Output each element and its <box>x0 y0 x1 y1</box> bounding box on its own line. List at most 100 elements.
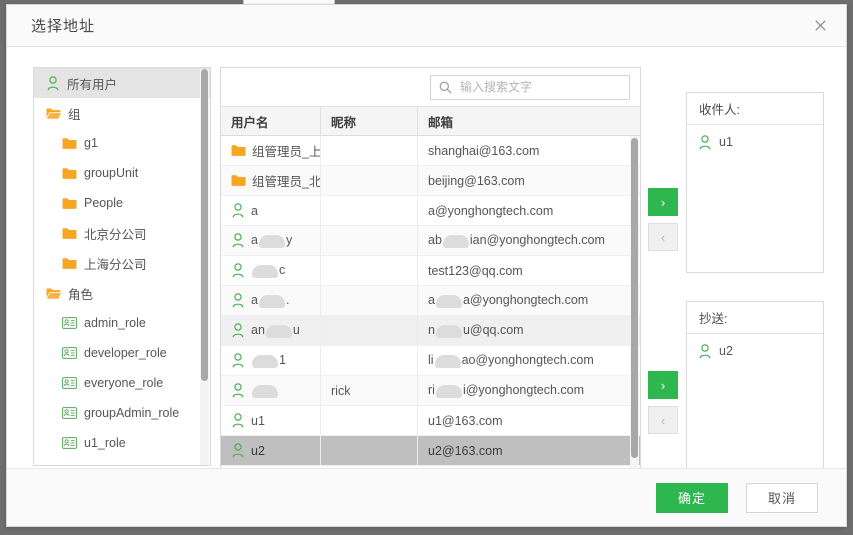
close-icon[interactable] <box>808 14 832 38</box>
table-row[interactable]: a a@yonghongtech.com <box>221 196 640 226</box>
role-card-icon <box>62 437 77 449</box>
tree-item-u1_role[interactable]: u1_role <box>34 428 210 458</box>
tree-item-groupAdmin_role[interactable]: groupAdmin_role <box>34 398 210 428</box>
redaction-blob <box>435 384 462 398</box>
tree-item-g1[interactable]: g1 <box>34 128 210 158</box>
cc-title: 抄送: <box>687 302 823 334</box>
redaction-blob <box>258 234 285 248</box>
table-row[interactable]: an u n u@qq.com <box>221 316 640 346</box>
tree-scrollbar-thumb[interactable] <box>201 69 208 381</box>
cell-email: u1@163.com <box>418 406 640 435</box>
transfer-buttons-cc: › ‹ <box>648 371 678 434</box>
cell-username: 1 <box>221 346 321 375</box>
cell-email: ri i@yonghongtech.com <box>418 376 640 405</box>
list-item-label: u2 <box>719 344 733 358</box>
list-item[interactable]: u2 <box>687 339 823 363</box>
cell-nickname <box>321 166 418 195</box>
table-row[interactable]: 组管理员_北京 beijing@163.com <box>221 166 640 196</box>
tree-scrollbar[interactable] <box>200 69 209 465</box>
redaction-blob <box>442 234 469 248</box>
email-text: n u@qq.com <box>428 323 524 338</box>
tree-item-角色[interactable]: 角色 <box>34 278 210 308</box>
recipients-title: 收件人: <box>687 93 823 125</box>
tree-item-所有用户[interactable]: 所有用户 <box>34 68 210 98</box>
screen: 选择地址 所有用户组 g1 groupUnit People 北京分公司 上海分公司 角色 a… <box>0 0 853 535</box>
folder-icon <box>62 257 77 270</box>
tree-item-everyone_role[interactable]: everyone_role <box>34 368 210 398</box>
column-header-email: 邮箱 <box>428 115 454 130</box>
username-text: 1 <box>251 353 286 368</box>
cell-email: a a@yonghongtech.com <box>418 286 640 315</box>
redaction-blob <box>265 324 292 338</box>
column-header-nickname: 昵称 <box>321 107 418 135</box>
user-table-panel: 用户名 昵称 邮箱 组管理员_上海 shanghai@163.com 组管理员_北京… <box>220 67 641 468</box>
recipients-list[interactable]: u1 <box>687 125 823 272</box>
tree-item-admin_role[interactable]: admin_role <box>34 308 210 338</box>
tree-item-developer_role[interactable]: developer_role <box>34 338 210 368</box>
add-to-cc-button[interactable]: › <box>648 371 678 399</box>
cell-email: li ao@yonghongtech.com <box>418 346 640 375</box>
table-row[interactable]: u1 u1@163.com <box>221 406 640 436</box>
username-text: ay <box>251 233 293 248</box>
transfer-buttons-recipients: › ‹ <box>648 188 678 251</box>
cell-nickname <box>321 346 418 375</box>
user-tree-list[interactable]: 所有用户组 g1 groupUnit People 北京分公司上海分公司角色 admin_… <box>34 68 210 465</box>
redaction-blob <box>252 264 278 278</box>
email-text: shanghai@163.com <box>428 143 540 158</box>
cell-nickname <box>321 436 418 465</box>
person-icon <box>231 293 245 308</box>
table-row[interactable]: a y ab ian@yonghongtech.com <box>221 226 640 256</box>
table-row[interactable]: u2 u2@163.com <box>221 436 640 466</box>
tree-item-label: u1_role <box>84 436 126 450</box>
cell-nickname <box>321 226 418 255</box>
cell-nickname <box>321 256 418 285</box>
remove-from-recipients-button[interactable]: ‹ <box>648 223 678 251</box>
folder-open-icon <box>46 287 61 300</box>
table-row[interactable]: a. a a@yonghongtech.com <box>221 286 640 316</box>
tree-item-上海分公司[interactable]: 上海分公司 <box>34 248 210 278</box>
table-scrollbar-thumb[interactable] <box>631 138 638 458</box>
dialog-body: 所有用户组 g1 groupUnit People 北京分公司上海分公司角色 admin_… <box>7 47 846 468</box>
tree-item-label: 所有用户 <box>67 77 118 92</box>
email-text: u2@163.com <box>428 443 503 458</box>
table-scrollbar[interactable] <box>630 136 639 468</box>
cell-username: a <box>221 196 321 225</box>
tree-item-组[interactable]: 组 <box>34 98 210 128</box>
cell-nickname <box>321 136 418 165</box>
table-row[interactable]: c test123@qq.com <box>221 256 640 286</box>
search-input[interactable] <box>458 79 629 95</box>
email-text: u1@163.com <box>428 413 503 428</box>
add-to-recipients-button[interactable]: › <box>648 188 678 216</box>
tree-item-groupUnit[interactable]: groupUnit <box>34 158 210 188</box>
folder-icon <box>62 197 77 210</box>
cell-email: n u@qq.com <box>418 316 640 345</box>
cell-username: u1 <box>221 406 321 435</box>
list-item[interactable]: u1 <box>687 130 823 154</box>
tree-item-label: 角色 <box>68 287 94 302</box>
tree-item-label: 组 <box>68 107 81 122</box>
cell-username: 组管理员_北京 <box>221 166 321 195</box>
tree-item-label: 上海分公司 <box>84 257 147 272</box>
table-body[interactable]: 组管理员_上海 shanghai@163.com 组管理员_北京 beijing@16… <box>221 136 640 468</box>
confirm-button[interactable]: 确定 <box>656 482 728 513</box>
role-card-icon <box>62 347 77 359</box>
remove-from-cc-button[interactable]: ‹ <box>648 406 678 434</box>
select-address-dialog: 选择地址 所有用户组 g1 groupUnit People 北京分公司 上海分公司 角色 a… <box>6 4 847 527</box>
redaction-blob <box>434 354 461 368</box>
table-row[interactable]: 组管理员_上海 shanghai@163.com <box>221 136 640 166</box>
cancel-button[interactable]: 取消 <box>746 482 818 513</box>
tree-item-People[interactable]: People <box>34 188 210 218</box>
email-text: li ao@yonghongtech.com <box>428 353 594 368</box>
list-item-label: u1 <box>719 135 733 149</box>
tree-item-北京分公司[interactable]: 北京分公司 <box>34 218 210 248</box>
cc-panel: 抄送: u2 <box>686 301 824 468</box>
person-icon <box>231 413 245 428</box>
table-row[interactable]: 1 li ao@yonghongtech.com <box>221 346 640 376</box>
table-row[interactable]: rick ri i@yonghongtech.com <box>221 376 640 406</box>
search-box[interactable] <box>430 74 630 100</box>
role-card-icon <box>62 407 77 419</box>
nickname-text: rick <box>331 383 351 398</box>
username-text: 组管理员_北京 <box>252 175 320 189</box>
cc-list[interactable]: u2 <box>687 334 823 468</box>
cell-username: c <box>221 256 321 285</box>
